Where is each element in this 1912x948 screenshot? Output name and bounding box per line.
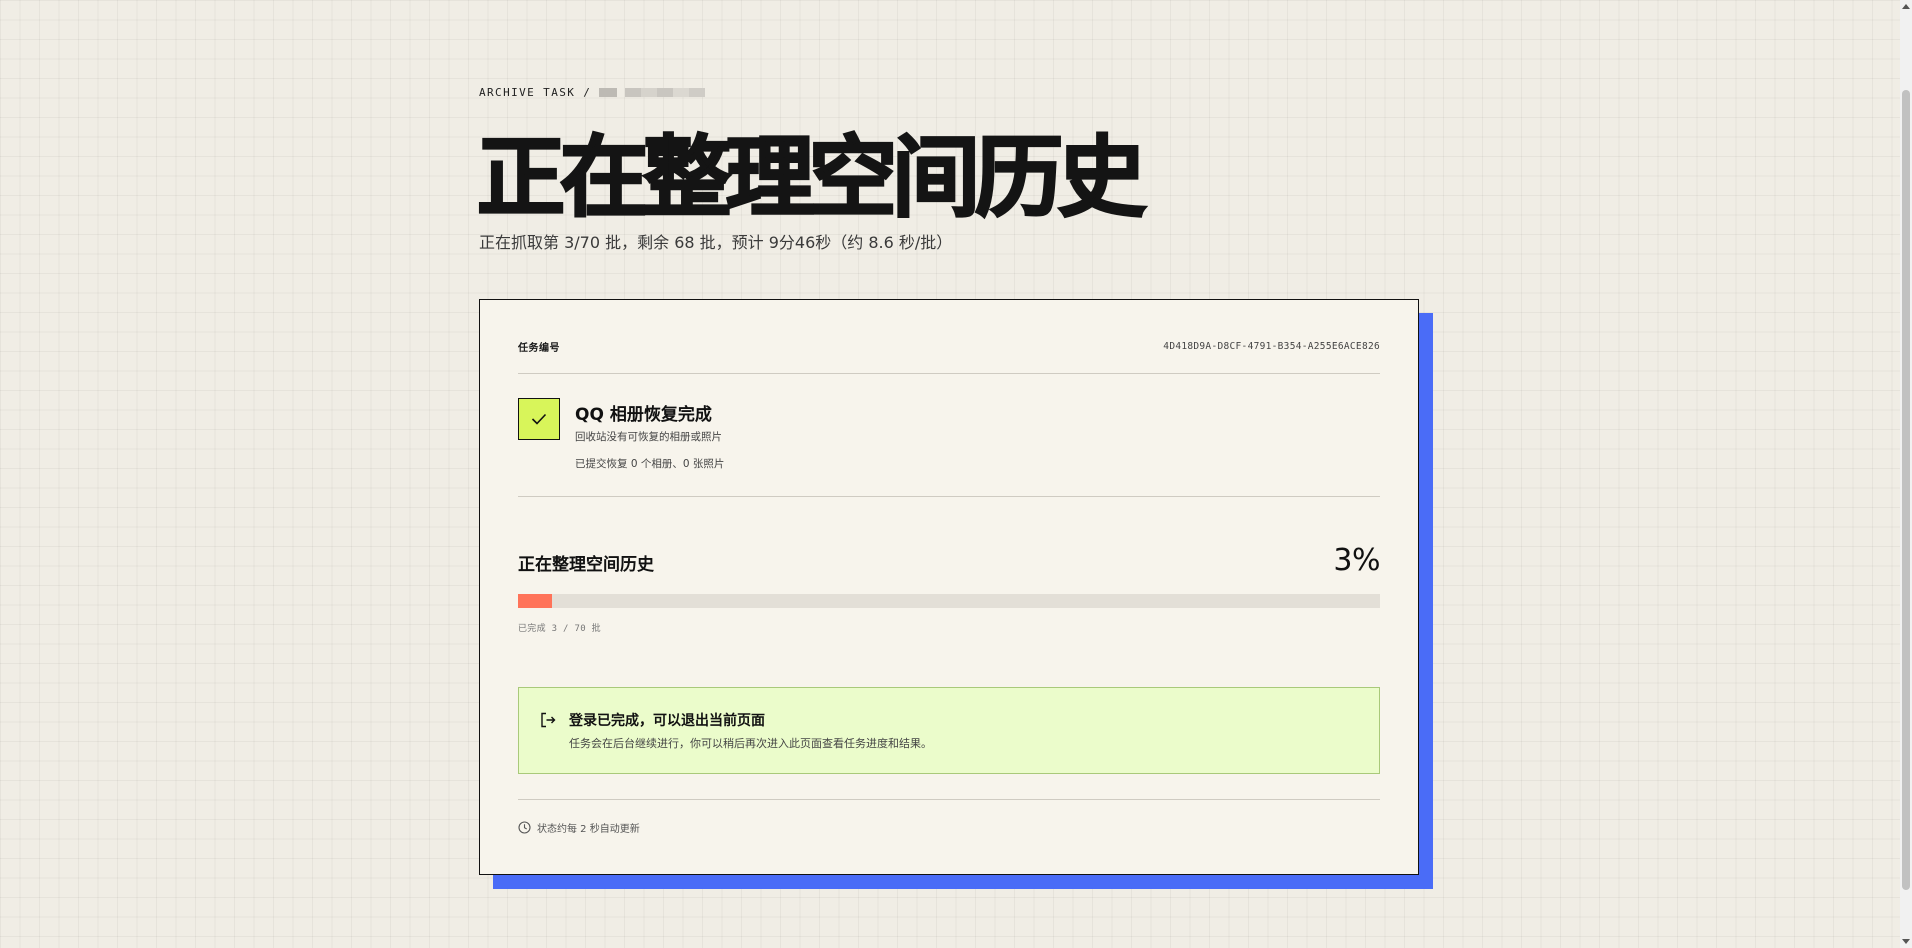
task-id-row: 任务编号 4D418D9A-D8CF-4791-B354-A255E6ACE82… bbox=[518, 339, 1380, 354]
divider bbox=[518, 496, 1380, 497]
page-title: 正在整理空间历史 bbox=[476, 125, 1148, 231]
recovery-title: QQ 相册恢复完成 bbox=[575, 405, 712, 425]
redacted-block bbox=[625, 88, 706, 97]
scroll-down-icon[interactable] bbox=[1902, 939, 1910, 944]
auto-update-text: 状态约每 2 秒自动更新 bbox=[537, 824, 640, 835]
progress-caption: 已完成 3 / 70 批 bbox=[518, 624, 601, 634]
recovery-description: 回收站没有可恢复的相册或照片 bbox=[575, 431, 722, 443]
divider bbox=[518, 799, 1380, 800]
breadcrumb-separator: / bbox=[583, 86, 592, 99]
progress-header: 正在整理空间历史 3% bbox=[518, 543, 1380, 578]
recovery-status: QQ 相册恢复完成 回收站没有可恢复的相册或照片 已提交恢复 0 个相册、0 张… bbox=[518, 398, 724, 471]
divider bbox=[518, 373, 1380, 374]
exit-icon bbox=[541, 712, 556, 728]
check-icon bbox=[518, 398, 560, 440]
notice-title: 登录已完成，可以退出当前页面 bbox=[569, 713, 765, 729]
breadcrumb: ARCHIVE TASK / bbox=[479, 86, 706, 99]
clock-icon bbox=[518, 821, 531, 834]
page-subtitle: 正在抓取第 3/70 批，剩余 68 批，预计 9分46秒（约 8.6 秒/批） bbox=[479, 233, 953, 252]
redacted-block bbox=[599, 88, 618, 97]
auto-update-note: 状态约每 2 秒自动更新 bbox=[518, 820, 640, 835]
scroll-thumb[interactable] bbox=[1902, 90, 1910, 890]
scroll-up-icon[interactable] bbox=[1902, 4, 1910, 9]
breadcrumb-root[interactable]: ARCHIVE TASK bbox=[479, 86, 575, 99]
progress-bar bbox=[518, 594, 1380, 608]
task-card: 任务编号 4D418D9A-D8CF-4791-B354-A255E6ACE82… bbox=[479, 299, 1419, 875]
recovery-summary: 已提交恢复 0 个相册、0 张照片 bbox=[575, 458, 725, 470]
notice-body: 任务会在后台继续进行，你可以稍后再次进入此页面查看任务进度和结果。 bbox=[569, 737, 932, 750]
vertical-scrollbar[interactable] bbox=[1900, 0, 1912, 948]
task-id-value: 4D418D9A-D8CF-4791-B354-A255E6ACE826 bbox=[1163, 341, 1380, 352]
notice-banner: 登录已完成，可以退出当前页面 任务会在后台继续进行，你可以稍后再次进入此页面查看… bbox=[518, 687, 1380, 774]
progress-percent: 3% bbox=[1333, 543, 1380, 578]
task-id-label: 任务编号 bbox=[518, 343, 560, 354]
progress-title: 正在整理空间历史 bbox=[518, 555, 654, 575]
progress-bar-fill bbox=[518, 594, 553, 608]
